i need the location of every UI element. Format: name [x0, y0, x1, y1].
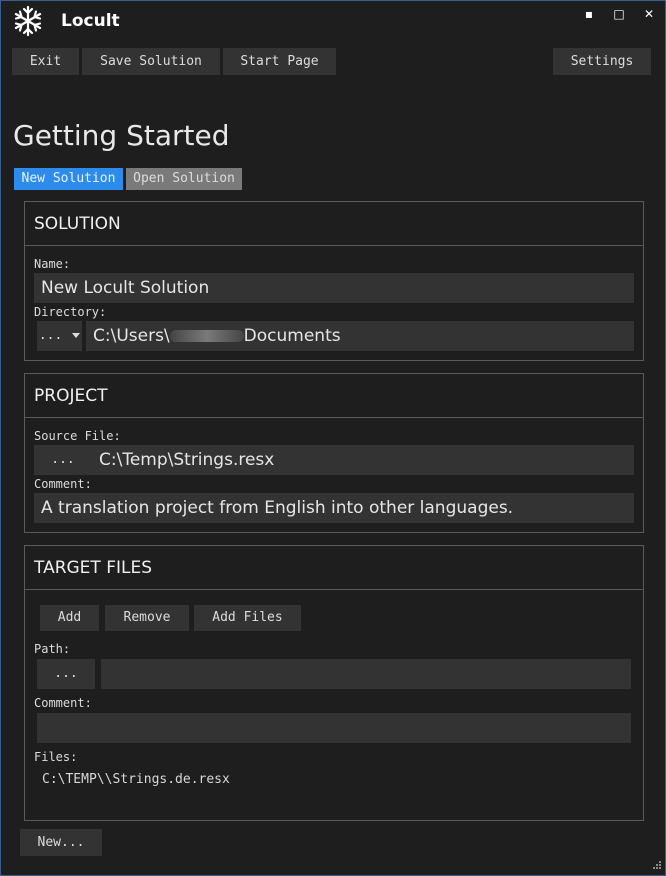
chevron-down-icon [72, 332, 81, 338]
close-button[interactable]: ✕ [637, 5, 661, 23]
target-path-input[interactable] [101, 659, 631, 689]
project-comment-label: Comment: [34, 477, 92, 491]
target-files-group: TARGET FILES Add Remove Add Files Path: … [24, 545, 644, 821]
tab-open-solution[interactable]: Open Solution [126, 168, 242, 190]
solution-group: SOLUTION Name: New Locult Solution Direc… [24, 201, 644, 361]
name-label: Name: [34, 257, 71, 271]
new-button[interactable]: New... [20, 829, 102, 856]
directory-suffix: Documents [243, 326, 341, 346]
target-comment-label: Comment: [34, 696, 92, 710]
redacted-username [169, 330, 244, 342]
files-label: Files: [34, 750, 78, 764]
page-title: Getting Started [13, 119, 230, 152]
add-files-button[interactable]: Add Files [194, 605, 301, 631]
source-file-input[interactable]: C:\Temp\Strings.resx [92, 445, 634, 475]
solution-header: SOLUTION [25, 202, 643, 246]
directory-button-label: ... [38, 328, 63, 343]
source-file-browse-button[interactable]: ... [34, 445, 92, 475]
project-group: PROJECT Source File: ... C:\Temp\Strings… [24, 373, 644, 533]
minimize-button[interactable]: ▪ [577, 5, 601, 23]
directory-label: Directory: [34, 305, 107, 319]
start-page-button[interactable]: Start Page [223, 48, 336, 75]
target-files-header: TARGET FILES [25, 546, 643, 590]
target-comment-input[interactable] [37, 713, 631, 743]
remove-target-button[interactable]: Remove [105, 605, 189, 631]
snowflake-icon [14, 5, 42, 37]
maximize-button[interactable]: □ [607, 5, 631, 23]
settings-button[interactable]: Settings [553, 48, 651, 75]
directory-prefix: C:\Users\ [93, 326, 170, 346]
path-browse-button[interactable]: ... [37, 659, 95, 689]
solution-name-input[interactable]: New Locult Solution [34, 273, 634, 303]
project-comment-input[interactable]: A translation project from English into … [34, 493, 634, 523]
resize-grip-icon[interactable] [650, 860, 662, 872]
add-target-button[interactable]: Add [40, 605, 99, 631]
tab-new-solution[interactable]: New Solution [14, 168, 123, 190]
save-solution-button[interactable]: Save Solution [82, 48, 220, 75]
directory-input[interactable]: C:\Users\ Documents [86, 321, 634, 351]
app-title: Locult [61, 11, 120, 31]
app-window: Locult ▪ □ ✕ Exit Save Solution Start Pa… [0, 0, 666, 876]
title-bar[interactable]: Locult ▪ □ ✕ [1, 1, 665, 41]
exit-button[interactable]: Exit [12, 48, 79, 75]
directory-dropdown-button[interactable]: ... [37, 321, 82, 351]
path-label: Path: [34, 642, 71, 656]
source-file-label: Source File: [34, 429, 121, 443]
file-list-item[interactable]: C:\TEMP\\Strings.de.resx [42, 772, 230, 787]
project-header: PROJECT [25, 374, 643, 418]
